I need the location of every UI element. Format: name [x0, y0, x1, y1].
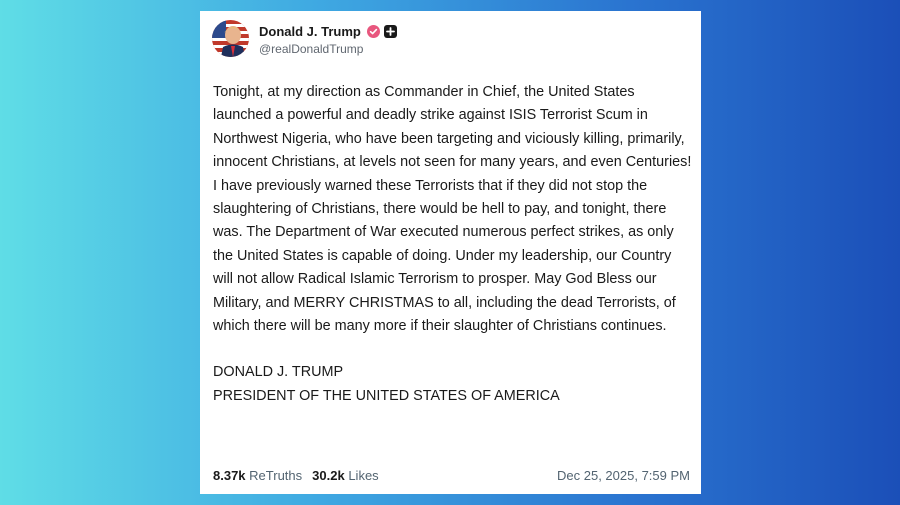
author-names: Donald J. Trump @realDonaldTrump — [259, 23, 397, 56]
post-body: Tonight, at my direction as Commander in… — [213, 81, 693, 408]
post-header: Donald J. Trump @realDonaldTrump — [212, 20, 397, 57]
post-text: Tonight, at my direction as Commander in… — [213, 84, 692, 335]
post-signature: DONALD J. TRUMP PRESIDENT OF THE UNITED … — [213, 361, 693, 408]
likes-label: Likes — [348, 468, 379, 483]
avatar[interactable] — [212, 20, 249, 57]
likes-stat[interactable]: 30.2k Likes — [312, 468, 379, 483]
retruths-count: 8.37k — [213, 468, 246, 483]
name-row: Donald J. Trump — [259, 23, 397, 39]
post-footer: 8.37k ReTruths 30.2k Likes Dec 25, 2025,… — [213, 468, 690, 483]
post-stats: 8.37k ReTruths 30.2k Likes — [213, 468, 389, 483]
signature-title: PRESIDENT OF THE UNITED STATES OF AMERIC… — [213, 387, 560, 404]
post-card: Donald J. Trump @realDonaldTrump Tonight… — [200, 11, 701, 494]
signature-name: DONALD J. TRUMP — [213, 364, 344, 381]
retruths-stat[interactable]: 8.37k ReTruths — [213, 468, 302, 483]
post-timestamp[interactable]: Dec 25, 2025, 7:59 PM — [557, 468, 690, 483]
verified-badge-icon — [366, 24, 380, 38]
likes-count: 30.2k — [312, 468, 345, 483]
avatar-image — [212, 20, 249, 57]
author-handle[interactable]: @realDonaldTrump — [259, 42, 397, 56]
author-display-name[interactable]: Donald J. Trump — [259, 24, 361, 39]
retruths-label: ReTruths — [249, 468, 303, 483]
plus-square-icon — [383, 24, 397, 38]
